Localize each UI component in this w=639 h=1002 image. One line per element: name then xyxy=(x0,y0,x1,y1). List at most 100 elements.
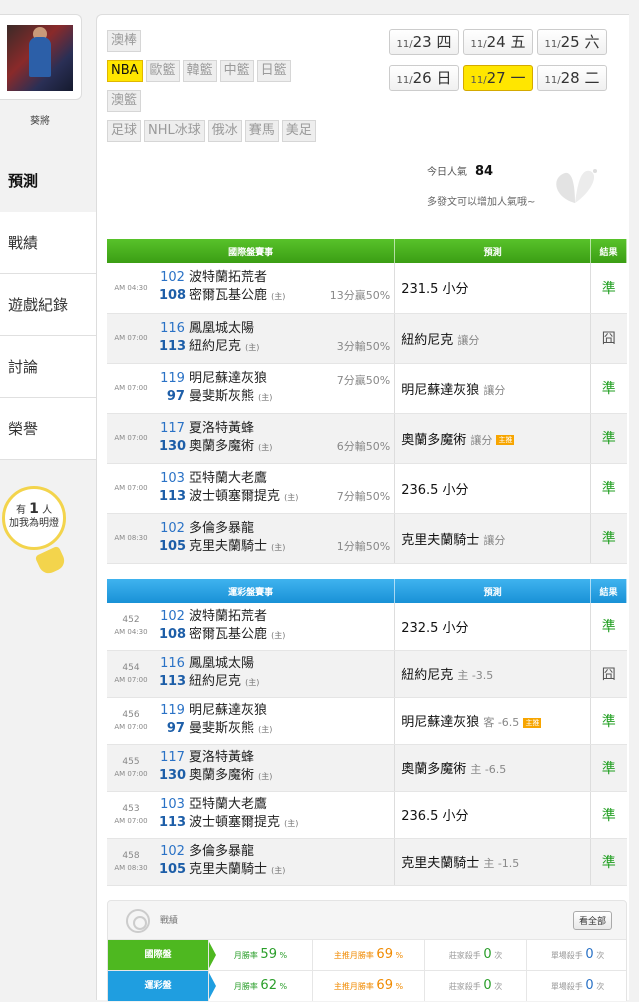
league-tab[interactable]: 俄冰 xyxy=(207,120,242,142)
home-number: 113 xyxy=(158,338,187,354)
match-number: 454 xyxy=(122,662,140,673)
home-team: 波士頓塞爾提克 xyxy=(188,488,280,504)
lottery-header-match: 運彩盤賽事 xyxy=(107,579,396,603)
avatar[interactable] xyxy=(7,25,73,91)
bulb-text: 加我為明燈 xyxy=(9,518,59,529)
pick-text: 236.5 小分 xyxy=(401,809,469,824)
match-time: 456 AM 07:00 xyxy=(107,697,155,745)
odds-text: 7分贏50% xyxy=(336,373,391,387)
match-row[interactable]: AM 07:00 103 亞特蘭大老鷹 113 波士頓塞爾提克 (主) 7分輸50% 236… xyxy=(107,463,627,514)
league-tab[interactable]: 澳棒 xyxy=(107,30,142,52)
match-row[interactable]: AM 04:30 102 波特蘭拓荒者 108 密爾瓦基公鹿 (主) 13分贏50% 231… xyxy=(107,263,627,314)
stats-row-label: 國際盤 xyxy=(108,940,216,970)
bulb-widget[interactable]: 有 1 人 加我為明燈 xyxy=(0,486,80,586)
league-tab[interactable]: 日籃 xyxy=(256,60,291,82)
pick-text: 奧蘭多魔術 xyxy=(401,432,467,448)
match-row[interactable]: 455 AM 07:00 117 夏洛特黃蜂 130 奧蘭多魔術 (主) 奧蘭多魔術 主 -… xyxy=(107,744,627,792)
away-team: 夏洛特黃蜂 xyxy=(188,420,254,436)
match-row[interactable]: AM 08:30 102 多倫多暴龍 105 克里夫蘭騎士 (主) 1分輸50% 克里夫蘭騎… xyxy=(107,513,627,564)
date-tab[interactable]: 11/27 一 xyxy=(463,65,533,91)
date-tab[interactable]: 11/24 五 xyxy=(463,29,533,55)
teams-cell: 117 夏洛特黃蜂 130 奧蘭多魔術 (主) 6分輸50% xyxy=(154,413,395,464)
pick-text: 紐約尼克 xyxy=(401,668,454,683)
main-panel: 澳棒 NBA 歐籃 韓籃 中籃 日籃 澳籃 足球 NHL冰球 俄冰 賽馬 美足 11/23 四 11/2… xyxy=(96,14,629,1001)
away-team: 鳳凰城太陽 xyxy=(188,656,254,671)
result-mark: 準 xyxy=(590,363,627,414)
home-number: 97 xyxy=(166,388,185,404)
away-number: 119 xyxy=(160,370,185,386)
match-row[interactable]: 458 AM 08:30 102 多倫多暴龍 105 克里夫蘭騎士 (主) 克里夫蘭騎士 主… xyxy=(107,838,627,886)
pick-cell: 奧蘭多魔術 讓分 主推 xyxy=(394,413,591,464)
nav-item-0[interactable]: 預測 xyxy=(0,150,96,212)
home-team: 奧蘭多魔術 xyxy=(188,768,254,783)
home-number: 105 xyxy=(158,862,187,877)
bulb-icon[interactable]: 有 1 人 加我為明燈 xyxy=(2,486,66,550)
teams-cell: 102 波特蘭拓荒者 108 密爾瓦基公鹿 (主) xyxy=(154,603,395,651)
teams-cell: 116 鳳凰城太陽 113 紐約尼克 (主) xyxy=(154,650,395,698)
pick-text: 明尼蘇達灰狼 xyxy=(401,715,480,730)
pick-text: 紐約尼克 xyxy=(401,332,454,348)
match-time: AM 07:00 xyxy=(107,313,155,364)
away-number: 103 xyxy=(160,470,185,486)
home-tag: (主) xyxy=(245,342,260,352)
home-team: 紐約尼克 xyxy=(188,674,241,689)
featured-badge: 主推 xyxy=(523,717,542,728)
away-number: 103 xyxy=(160,797,185,812)
home-tag: (主) xyxy=(245,678,260,687)
match-row[interactable]: 456 AM 07:00 119 明尼蘇達灰狼 97 曼斐斯灰熊 (主) 明尼蘇達灰狼 客 … xyxy=(107,697,627,745)
home-tag: (主) xyxy=(271,292,286,302)
match-row[interactable]: 453 AM 07:00 103 亞特蘭大老鷹 113 波士頓塞爾提克 (主) 236.5 … xyxy=(107,791,627,839)
match-number: 452 xyxy=(122,615,140,626)
nav-item-3[interactable]: 討論 xyxy=(0,336,96,398)
match-row[interactable]: AM 07:00 119 明尼蘇達灰狼 97 曼斐斯灰熊 (主) 7分贏50% 明尼蘇達灰狼… xyxy=(107,363,627,414)
pick-text: 奧蘭多魔術 xyxy=(401,762,467,777)
match-time: 458 AM 08:30 xyxy=(107,838,155,886)
date-tab[interactable]: 11/26 日 xyxy=(389,65,459,91)
match-row[interactable]: 454 AM 07:00 116 鳳凰城太陽 113 紐約尼克 (主) 紐約尼克 主 -3.… xyxy=(107,650,627,698)
league-tab[interactable]: 美足 xyxy=(281,120,316,142)
date-tab[interactable]: 11/23 四 xyxy=(389,29,459,55)
intl-header-result: 結果 xyxy=(590,239,627,263)
result-mark: 準 xyxy=(590,697,627,745)
away-team: 明尼蘇達灰狼 xyxy=(188,703,267,718)
home-number: 130 xyxy=(158,768,187,783)
match-row[interactable]: AM 07:00 116 鳳凰城太陽 113 紐約尼克 (主) 3分輸50% 紐約尼克 讓分… xyxy=(107,313,627,364)
date-tab[interactable]: 11/28 二 xyxy=(537,65,607,91)
league-tab[interactable]: NHL冰球 xyxy=(144,120,205,142)
match-number: 456 xyxy=(122,709,140,720)
pick-type: 讓分 xyxy=(483,383,506,397)
intl-table: 國際盤賽事 預測 結果 AM 04:30 102 波特蘭拓荒者 108 密爾瓦基公鹿 (主)… xyxy=(107,239,627,564)
pick-cell: 231.5 小分 xyxy=(394,263,591,314)
nav-item-2[interactable]: 遊戲紀錄 xyxy=(0,274,96,336)
odds-text: 6分輸50% xyxy=(336,439,391,453)
away-team: 夏洛特黃蜂 xyxy=(188,750,254,765)
nav-item-4[interactable]: 榮譽 xyxy=(0,398,96,460)
league-tab[interactable]: 歐籃 xyxy=(145,60,180,82)
away-number: 102 xyxy=(160,608,185,624)
pick-text: 236.5 小分 xyxy=(401,482,469,498)
match-time: AM 07:00 xyxy=(107,413,155,464)
teams-cell: 102 多倫多暴龍 105 克里夫蘭騎士 (主) xyxy=(154,838,395,886)
league-tab[interactable]: NBA xyxy=(107,60,143,82)
view-all-button[interactable]: 看全部 xyxy=(572,911,612,930)
date-tab[interactable]: 11/25 六 xyxy=(537,29,607,55)
match-row[interactable]: AM 07:00 117 夏洛特黃蜂 130 奧蘭多魔術 (主) 6分輸50% 奧蘭多魔術 … xyxy=(107,413,627,464)
odds-text: 7分輸50% xyxy=(336,489,391,503)
home-tag: (主) xyxy=(284,492,299,502)
pick-cell: 奧蘭多魔術 主 -6.5 xyxy=(394,744,591,792)
league-tab[interactable]: 澳籃 xyxy=(107,90,142,112)
match-number: 453 xyxy=(122,803,140,814)
league-tab[interactable]: 足球 xyxy=(107,120,142,142)
nav-item-1[interactable]: 戰績 xyxy=(0,212,96,274)
lottery-header-result: 結果 xyxy=(590,579,627,603)
intl-header-pick: 預測 xyxy=(394,239,591,263)
match-number: 455 xyxy=(122,756,140,767)
home-team: 密爾瓦基公鹿 xyxy=(188,288,267,304)
avatar-card[interactable] xyxy=(0,14,82,100)
league-tab[interactable]: 賽馬 xyxy=(244,120,279,142)
league-tab[interactable]: 中籃 xyxy=(219,60,254,82)
odds-text: 1分輸50% xyxy=(336,539,391,553)
match-row[interactable]: 452 AM 04:30 102 波特蘭拓荒者 108 密爾瓦基公鹿 (主) 232.5 小… xyxy=(107,603,627,651)
match-time: 453 AM 07:00 xyxy=(107,791,155,839)
league-tab[interactable]: 韓籃 xyxy=(182,60,217,82)
